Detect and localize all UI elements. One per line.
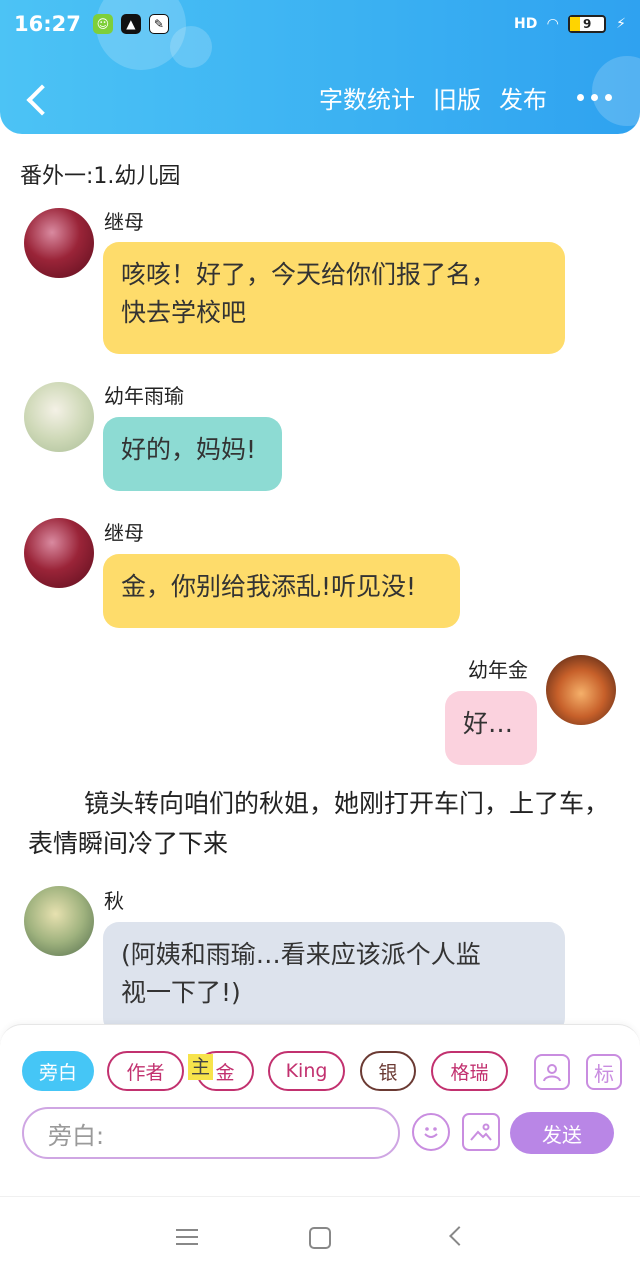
- comic-notification-icon: ✎: [148, 14, 169, 34]
- avatar-young-jin[interactable]: [546, 655, 616, 725]
- role-chip-king[interactable]: King: [268, 1051, 345, 1091]
- role-chip-yin[interactable]: 银: [360, 1051, 416, 1091]
- message-text: 视一下了!): [121, 978, 241, 1007]
- sender-name: 继母: [104, 210, 144, 234]
- message-bubble[interactable]: 咳咳！好了，今天给你们报了名， 快去学校吧: [103, 242, 565, 354]
- label-icon[interactable]: 标: [586, 1054, 622, 1090]
- status-time: 16:27: [14, 12, 81, 36]
- image-icon[interactable]: [462, 1113, 500, 1151]
- old-version-button[interactable]: 旧版: [433, 80, 481, 115]
- person-icon[interactable]: [534, 1054, 570, 1090]
- word-count-button[interactable]: 字数统计: [319, 80, 415, 115]
- avatar-qiu[interactable]: [24, 886, 94, 956]
- avatar-stepmother[interactable]: [24, 518, 94, 588]
- main-character-tag: 主: [188, 1054, 214, 1080]
- message-text: 好…: [463, 709, 514, 738]
- role-chip-narrator[interactable]: 旁白: [22, 1051, 94, 1091]
- message-bubble[interactable]: 好的，妈妈!: [103, 417, 282, 491]
- message-text: 好的，妈妈!: [121, 435, 257, 464]
- message-input[interactable]: 旁白:: [22, 1107, 400, 1159]
- role-chip-gerui[interactable]: 格瑞: [431, 1051, 508, 1091]
- wifi-icon: ◠: [547, 16, 559, 32]
- role-chip-author[interactable]: 作者: [107, 1051, 184, 1091]
- header: 16:27 ☺ ▲ ✎ HD ◠ 9 ⚡ 字数统计 旧版 发布: [0, 0, 640, 134]
- avatar-young-yuyu[interactable]: [24, 382, 94, 452]
- charging-icon: ⚡: [616, 16, 626, 32]
- message-bubble[interactable]: (阿姨和雨瑜…看来应该派个人监 视一下了!): [103, 922, 565, 1034]
- app-notification-icon: ☺: [92, 14, 113, 34]
- avatar-stepmother[interactable]: [24, 208, 94, 278]
- message-text: 金，你别给我添乱!听见没!: [121, 572, 417, 601]
- publish-button[interactable]: 发布: [499, 80, 547, 115]
- narration-text[interactable]: 镜头转向咱们的秋姐，她刚打开车门，上了车，表情瞬间冷了下来: [28, 784, 618, 864]
- home-icon[interactable]: [309, 1227, 331, 1249]
- chapter-title[interactable]: 番外一:1.幼儿园: [20, 158, 180, 190]
- system-nav-bar: [0, 1196, 640, 1280]
- emoji-icon[interactable]: [412, 1113, 450, 1151]
- message-bubble[interactable]: 好…: [445, 691, 537, 765]
- message-text: 咳咳！好了，今天给你们报了名，: [121, 260, 497, 289]
- sender-name: 幼年金: [468, 658, 528, 682]
- message-bubble[interactable]: 金，你别给我添乱!听见没!: [103, 554, 460, 628]
- sender-name: 幼年雨瑜: [104, 384, 184, 408]
- menu-icon[interactable]: [176, 1229, 198, 1245]
- status-bar: 16:27 ☺ ▲ ✎ HD ◠ 9 ⚡: [0, 0, 640, 48]
- nav-actions: 字数统计 旧版 发布: [319, 80, 612, 115]
- back-button[interactable]: [18, 80, 58, 120]
- nav-bar: 字数统计 旧版 发布: [0, 70, 640, 130]
- system-back-icon[interactable]: [449, 1226, 469, 1246]
- more-button[interactable]: [577, 94, 612, 101]
- sender-name: 继母: [104, 521, 144, 545]
- input-placeholder: 旁白:: [48, 1121, 105, 1150]
- signal-icon: HD: [514, 16, 538, 32]
- game-notification-icon: ▲: [120, 14, 141, 34]
- send-button[interactable]: 发送: [510, 1112, 614, 1154]
- status-right: HD ◠ 9 ⚡: [514, 15, 626, 33]
- message-text: (阿姨和雨瑜…看来应该派个人监: [121, 940, 481, 969]
- battery-icon: 9: [568, 15, 607, 33]
- sender-name: 秋: [104, 889, 124, 913]
- message-text: 快去学校吧: [121, 298, 247, 327]
